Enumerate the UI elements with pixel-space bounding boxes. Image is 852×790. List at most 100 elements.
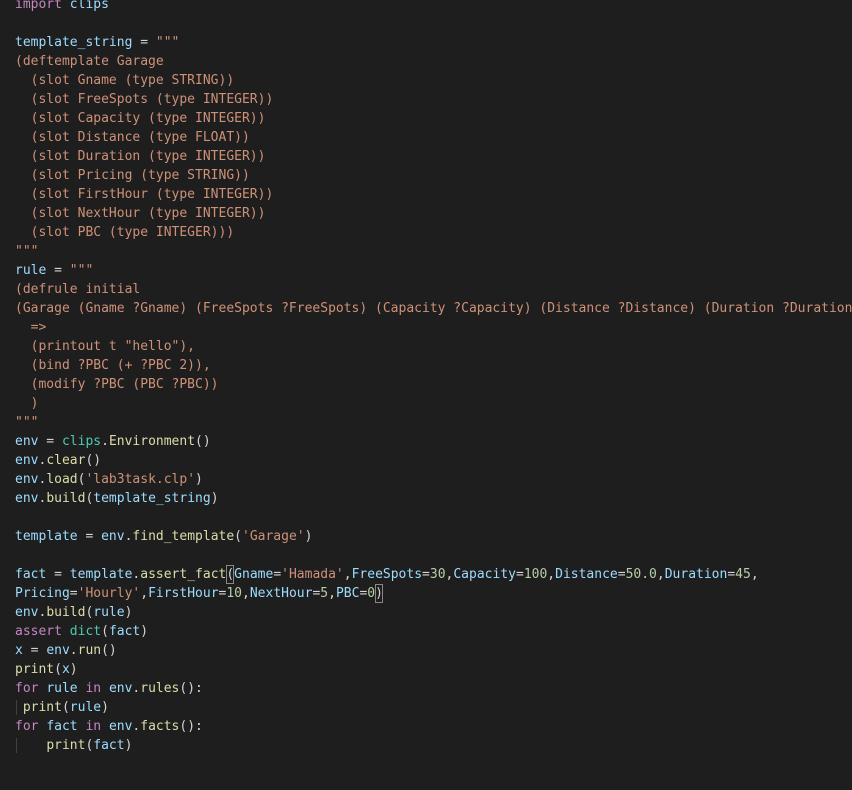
code-line[interactable]: (slot Gname (type STRING)) <box>15 71 235 90</box>
code-token: 0 <box>367 586 376 601</box>
code-token: 'Hamada' <box>281 567 344 582</box>
code-token: (Garage (Gname ?Gname) (FreeSpots ?FreeS… <box>15 301 852 316</box>
code-token: env <box>15 605 39 620</box>
code-token: Capacity <box>453 567 516 582</box>
code-token: x <box>15 643 23 658</box>
code-line[interactable]: template = env.find_template('Garage') <box>15 527 312 546</box>
code-token: . <box>101 434 109 449</box>
code-token: 100 <box>523 567 548 582</box>
code-line[interactable]: (defrule initial <box>15 280 140 299</box>
code-line[interactable]: (Garage (Gname ?Gname) (FreeSpots ?FreeS… <box>15 299 852 318</box>
code-line[interactable]: """ <box>15 242 38 261</box>
code-token: = <box>46 567 70 582</box>
code-line[interactable]: (slot FreeSpots (type INTEGER)) <box>15 90 274 109</box>
code-token: Distance <box>555 567 618 582</box>
code-line[interactable]: env.build(template_string) <box>15 489 219 508</box>
code-line[interactable]: ) <box>15 394 39 413</box>
code-token: ) <box>69 662 78 677</box>
code-token: = <box>515 567 524 582</box>
code-line[interactable]: env.clear() <box>15 451 101 470</box>
code-line[interactable]: import clips <box>15 0 109 14</box>
code-token: rules <box>140 681 180 696</box>
code-line[interactable]: (slot Capacity (type INTEGER)) <box>15 109 266 128</box>
code-token: = <box>617 567 626 582</box>
code-line[interactable]: for rule in env.rules(): <box>15 679 203 698</box>
code-token: (slot Duration (type INTEGER)) <box>15 149 266 164</box>
code-line[interactable]: fact = template.assert_fact(Gname='Hamad… <box>15 565 759 584</box>
code-token: 'lab3task.clp' <box>85 472 196 487</box>
code-token: ( <box>234 529 242 544</box>
code-token: (slot Distance (type FLOAT)) <box>15 130 250 145</box>
code-line[interactable]: (slot PBC (type INTEGER))) <box>15 223 235 242</box>
code-line[interactable]: (slot FirstHour (type INTEGER)) <box>15 185 274 204</box>
code-token: ) <box>124 605 133 620</box>
code-line[interactable]: rule = """ <box>15 261 93 280</box>
code-line[interactable]: (slot NextHour (type INTEGER)) <box>15 204 266 223</box>
code-token: ) <box>195 472 203 487</box>
code-token: clips <box>69 0 109 12</box>
code-token: x <box>61 662 70 677</box>
code-token: env <box>15 453 39 468</box>
code-token: clips <box>61 434 102 449</box>
matched-bracket: ( <box>226 565 235 584</box>
code-token: , <box>547 567 556 582</box>
code-token: ) <box>140 624 149 639</box>
code-line[interactable]: print(fact) <box>15 736 132 755</box>
code-token: fact <box>108 624 141 639</box>
code-token: dict <box>69 624 102 639</box>
code-token: rule <box>15 263 47 278</box>
code-line[interactable]: template_string = """ <box>15 33 179 52</box>
code-token: template_string <box>15 35 133 50</box>
code-line[interactable]: (printout t "hello"), <box>15 337 195 356</box>
code-token: Pricing <box>15 586 70 601</box>
code-token: rule <box>46 681 78 696</box>
code-editor[interactable]: import clips template_string = """ (deftem… <box>0 0 852 790</box>
code-token: Environment <box>108 434 196 449</box>
code-line[interactable]: (modify ?PBC (PBC ?PBC)) <box>15 375 219 394</box>
code-token: (): <box>179 719 203 734</box>
code-token: (slot Gname (type STRING)) <box>15 73 235 88</box>
code-token: FreeSpots <box>351 567 423 582</box>
code-line[interactable]: => <box>15 318 47 337</box>
code-token: clear <box>46 453 86 468</box>
code-token: (slot FreeSpots (type INTEGER)) <box>15 92 274 107</box>
code-line[interactable]: """ <box>15 413 38 432</box>
code-token: load <box>46 472 78 487</box>
code-line[interactable]: env = clips.Environment() <box>15 432 211 451</box>
code-line[interactable]: print(rule) <box>15 698 109 717</box>
code-token: env <box>108 681 133 696</box>
code-token: = <box>132 35 156 50</box>
code-line[interactable]: assert dict(fact) <box>15 622 148 641</box>
code-token: env <box>15 434 39 449</box>
code-line[interactable]: (bind ?PBC (+ ?PBC 2)), <box>15 356 211 375</box>
code-token: in <box>85 719 102 734</box>
code-token: . <box>69 643 78 658</box>
code-token: facts <box>140 719 180 734</box>
code-token: = <box>22 643 47 658</box>
code-line[interactable]: for fact in env.facts(): <box>15 717 203 736</box>
code-line[interactable]: Pricing='Hourly',FirstHour=10,NextHour=5… <box>15 584 383 603</box>
code-token: (slot FirstHour (type INTEGER)) <box>15 187 274 202</box>
code-line[interactable]: (deftemplate Garage <box>15 52 164 71</box>
code-line[interactable]: (slot Duration (type INTEGER)) <box>15 147 266 166</box>
code-line[interactable]: (slot Pricing (type STRING)) <box>15 166 250 185</box>
code-line[interactable]: (slot Distance (type FLOAT)) <box>15 128 250 147</box>
code-token: env <box>108 719 133 734</box>
code-token: ) <box>124 738 133 753</box>
code-token: , <box>343 567 352 582</box>
code-token: FirstHour <box>148 586 219 601</box>
code-token: import <box>15 0 62 12</box>
code-line[interactable]: print(x) <box>15 660 78 679</box>
code-token: Duration <box>664 567 728 582</box>
code-token: () <box>85 453 102 468</box>
code-line[interactable]: env.load('lab3task.clp') <box>15 470 203 489</box>
code-token: (defrule initial <box>15 282 141 297</box>
code-token: env <box>15 491 39 506</box>
matched-bracket: ) <box>375 584 383 603</box>
code-line[interactable]: env.build(rule) <box>15 603 132 622</box>
code-line[interactable]: x = env.run() <box>15 641 117 660</box>
